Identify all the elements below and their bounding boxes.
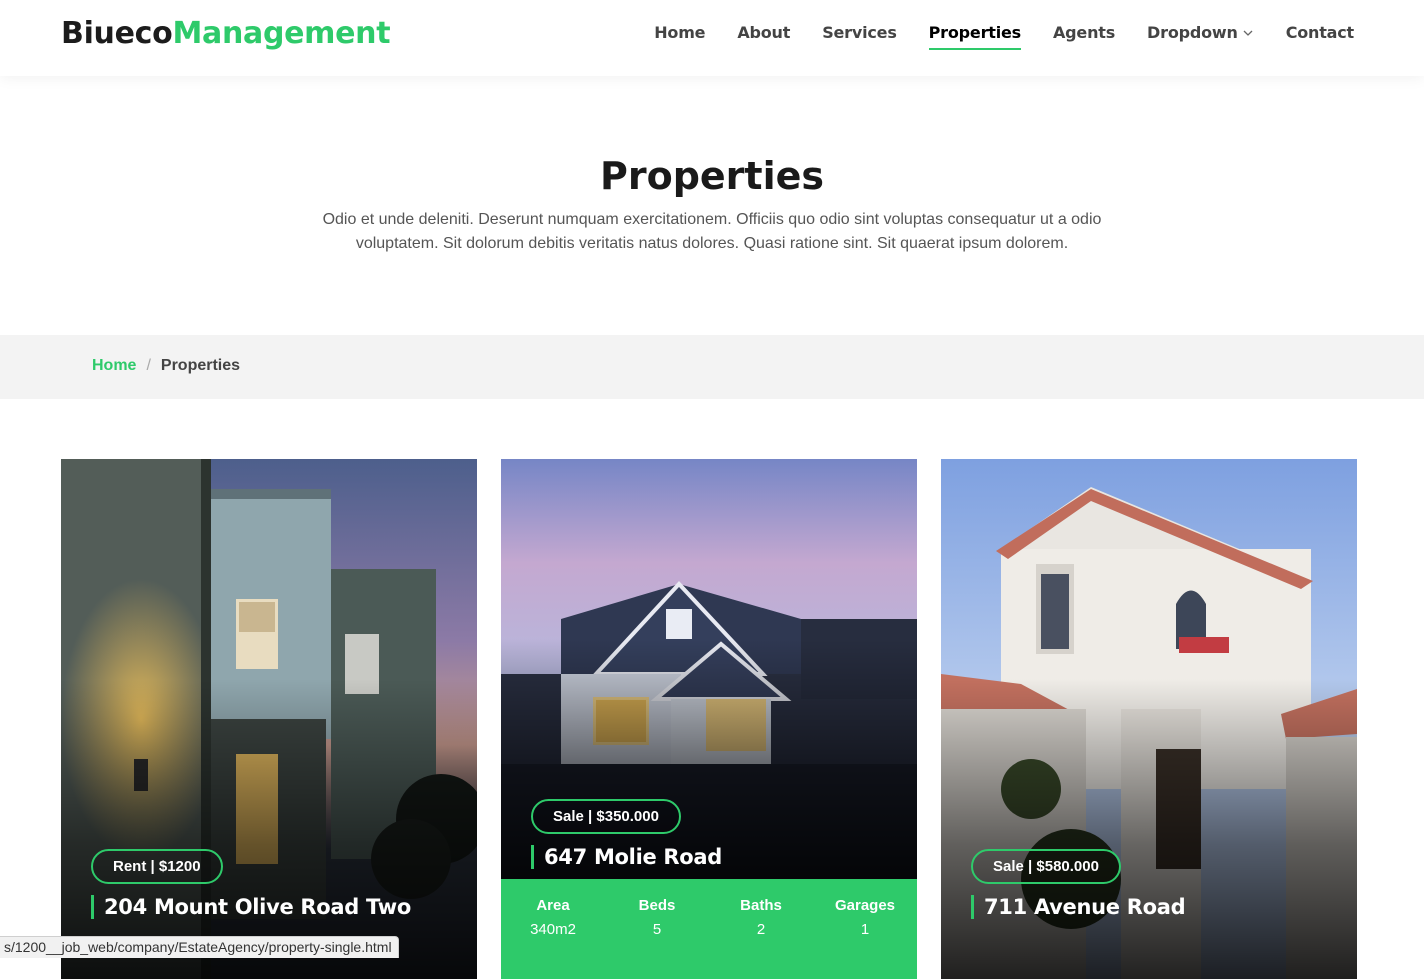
nav-services[interactable]: Services — [822, 23, 897, 50]
stat-label: Area — [536, 897, 570, 914]
breadcrumb-bar: Home / Properties — [0, 335, 1424, 399]
stat-value: 5 — [652, 921, 662, 938]
status-url: s/1200__job_web/company/EstateAgency/pro… — [0, 936, 399, 958]
breadcrumb-home-link[interactable]: Home — [92, 357, 136, 375]
nav-dropdown-label: Dropdown — [1147, 23, 1238, 42]
property-card[interactable]: Sale | $580.000 711 Avenue Road — [941, 459, 1357, 979]
stat-garages: Garages 1 — [813, 897, 917, 979]
property-address[interactable]: 204 Mount Olive Road Two — [91, 895, 411, 919]
nav-properties[interactable]: Properties — [928, 23, 1022, 50]
nav-contact[interactable]: Contact — [1286, 23, 1355, 50]
stat-baths: Baths 2 — [709, 897, 813, 979]
nav-about[interactable]: About — [737, 23, 790, 50]
stat-value: 340m2 — [530, 921, 576, 938]
property-card[interactable]: Sale | $350.000 647 Molie Road Area 340m… — [501, 459, 917, 979]
property-address[interactable]: 647 Molie Road — [531, 845, 722, 869]
price-badge[interactable]: Sale | $350.000 — [531, 799, 681, 834]
nav-home[interactable]: Home — [654, 23, 705, 50]
price-badge[interactable]: Sale | $580.000 — [971, 849, 1121, 884]
stat-area: Area 340m2 — [501, 897, 605, 979]
breadcrumb-separator: / — [146, 357, 151, 374]
nav-agents[interactable]: Agents — [1053, 23, 1115, 50]
brand-logo[interactable]: BiuecoManagement — [61, 16, 391, 51]
breadcrumb: Home / Properties — [92, 357, 240, 375]
breadcrumb-current: Properties — [160, 357, 241, 374]
page-intro: Properties Odio et unde deleniti. Deseru… — [0, 76, 1424, 335]
nav-dropdown[interactable]: Dropdown — [1147, 23, 1254, 50]
brand-logo-part1: Biueco — [61, 16, 173, 51]
card-gradient-overlay — [941, 679, 1357, 979]
site-header: BiuecoManagement Home About Services Pro… — [0, 0, 1424, 76]
price-badge[interactable]: Rent | $1200 — [91, 849, 223, 884]
stat-value: 2 — [756, 921, 766, 938]
stat-beds: Beds 5 — [605, 897, 709, 979]
property-card[interactable]: Rent | $1200 204 Mount Olive Road Two — [61, 459, 477, 979]
property-address[interactable]: 711 Avenue Road — [971, 895, 1186, 919]
stat-value: 1 — [860, 921, 870, 938]
main-nav: Home About Services Properties Agents Dr… — [654, 23, 1354, 50]
brand-logo-part2: Management — [172, 16, 391, 51]
card-gradient-overlay — [61, 679, 477, 979]
stat-label: Baths — [740, 897, 782, 914]
property-stats: Area 340m2 Beds 5 Baths 2 Garages 1 — [501, 879, 917, 979]
page-title: Properties — [600, 154, 824, 198]
card-gradient-overlay — [501, 639, 917, 879]
page-description: Odio et unde deleniti. Deserunt numquam … — [322, 211, 1102, 252]
stat-label: Garages — [834, 897, 896, 914]
chevron-down-icon — [1242, 27, 1254, 39]
stat-label: Beds — [638, 897, 676, 914]
